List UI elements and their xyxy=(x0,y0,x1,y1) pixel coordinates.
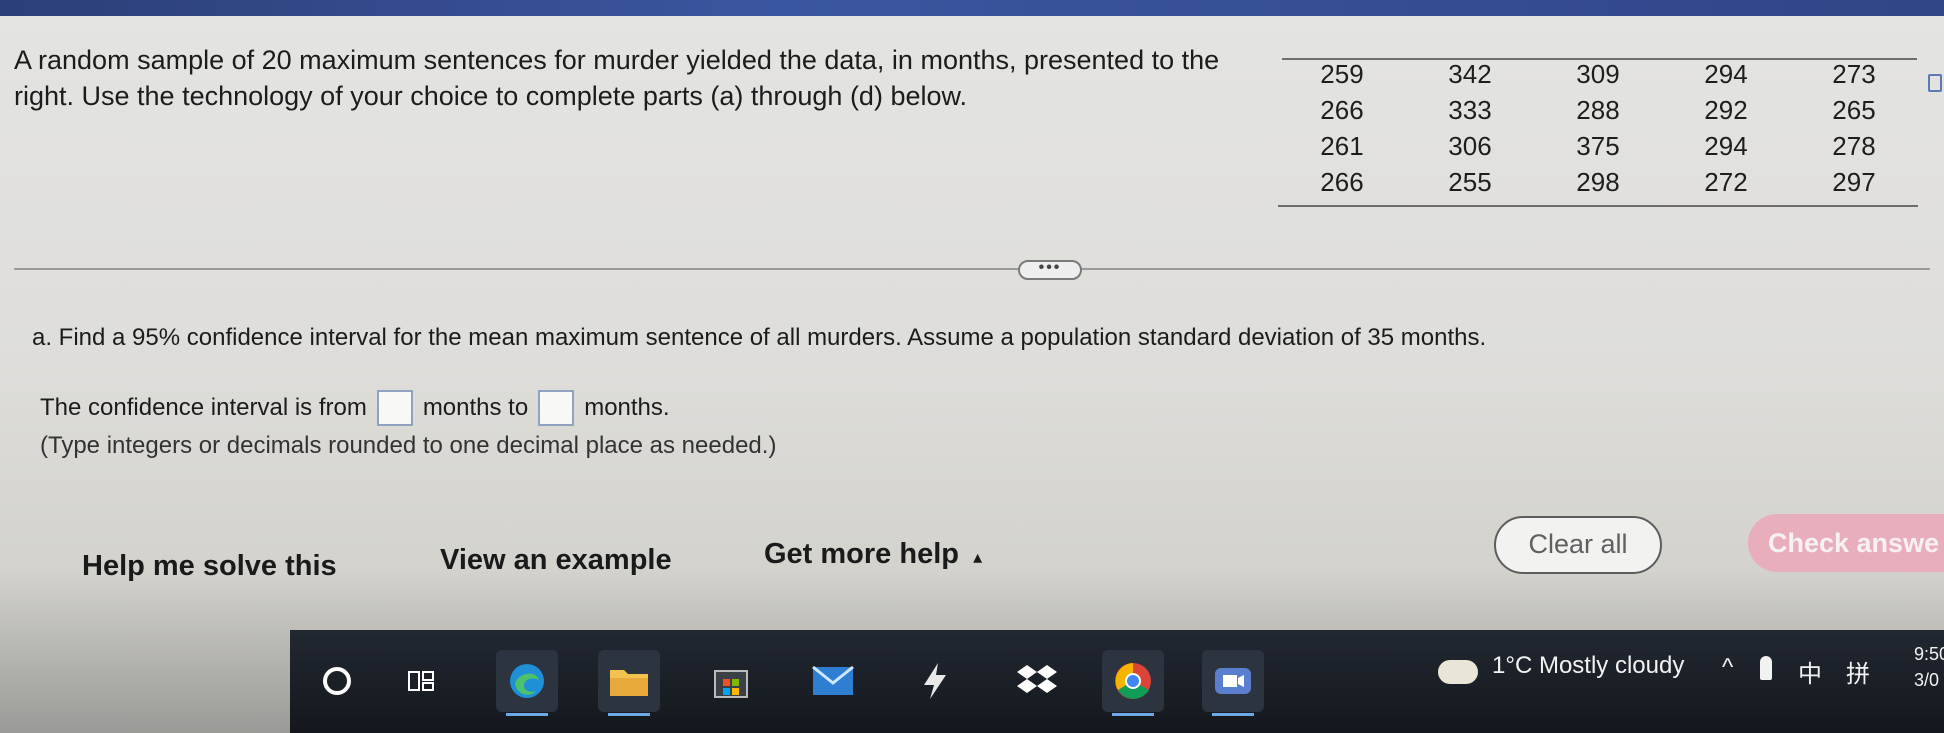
lightning-glyph xyxy=(924,663,946,699)
mail-icon[interactable] xyxy=(802,650,864,712)
table-cell: 288 xyxy=(1576,94,1620,125)
microphone-icon[interactable] xyxy=(1760,656,1772,680)
edge-icon[interactable] xyxy=(496,650,558,716)
table-row: 259 342 309 294 273 xyxy=(1278,56,1918,92)
video-app-icon[interactable] xyxy=(1202,650,1264,716)
table-cell: 261 xyxy=(1320,130,1364,161)
window-top-strip xyxy=(0,0,1944,16)
answer-prefix: The confidence interval is from xyxy=(40,394,367,421)
answer-middle: months to xyxy=(422,394,529,421)
table-cell: 273 xyxy=(1832,58,1876,89)
file-explorer-icon[interactable] xyxy=(598,650,660,716)
table-cell: 265 xyxy=(1832,94,1876,125)
start-icon[interactable] xyxy=(306,650,368,712)
task-view-icon[interactable] xyxy=(390,650,452,712)
chrome-glyph xyxy=(1115,663,1151,699)
table-cell: 342 xyxy=(1448,58,1492,89)
ime-language-icon[interactable]: 中 xyxy=(1798,654,1822,689)
chevron-up-icon: ▴ xyxy=(973,547,983,567)
start-circle-shape xyxy=(323,667,351,695)
clock-time[interactable]: 9:50 xyxy=(1914,644,1944,665)
weather-cloud-icon[interactable] xyxy=(1438,660,1478,684)
help-me-solve-link[interactable]: Help me solve this xyxy=(82,550,337,583)
table-cell: 297 xyxy=(1832,166,1876,197)
screen: A random sample of 20 maximum sentences … xyxy=(0,0,1944,733)
section-divider xyxy=(14,268,1930,270)
table-cell: 266 xyxy=(1320,94,1364,125)
store-icon[interactable] xyxy=(700,650,762,712)
table-cell: 278 xyxy=(1832,130,1876,161)
answer-suffix: months. xyxy=(584,394,670,421)
answer-line: The confidence interval is from months t… xyxy=(40,390,670,426)
table-row: 266 333 288 292 265 xyxy=(1278,92,1918,128)
table-cell: 309 xyxy=(1576,58,1620,89)
answer-hint: (Type integers or decimals rounded to on… xyxy=(40,432,777,459)
lower-bound-input[interactable] xyxy=(376,390,413,426)
expand-button[interactable]: ••• xyxy=(1018,260,1082,280)
question-a-text: a. Find a 95% confidence interval for th… xyxy=(32,324,1487,351)
copy-data-icon[interactable] xyxy=(1928,74,1942,92)
task-view-glyph xyxy=(408,671,434,691)
tray-chevron-icon[interactable]: ^ xyxy=(1722,654,1733,682)
table-cell: 292 xyxy=(1704,94,1748,125)
store-glyph xyxy=(714,670,748,698)
table-cell: 266 xyxy=(1320,166,1364,197)
app-icon[interactable] xyxy=(904,650,966,712)
table-row: 261 306 375 294 278 xyxy=(1278,128,1918,164)
dropbox-glyph xyxy=(1017,665,1057,693)
data-table: 259 342 309 294 273 266 333 288 292 265 … xyxy=(1278,56,1918,200)
table-cell: 259 xyxy=(1320,58,1364,89)
weather-status[interactable]: 1°C Mostly cloudy xyxy=(1492,652,1684,680)
table-cell: 294 xyxy=(1704,58,1748,89)
edge-glyph xyxy=(510,664,544,698)
ime-keyboard-icon[interactable]: 拼 xyxy=(1846,654,1870,689)
video-glyph xyxy=(1215,668,1251,694)
table-cell: 306 xyxy=(1448,130,1492,161)
table-cell: 298 xyxy=(1576,166,1620,197)
folder-glyph xyxy=(610,670,648,696)
view-example-link[interactable]: View an example xyxy=(440,544,672,577)
get-more-help-link[interactable]: Get more help ▴ xyxy=(764,538,982,571)
table-row: 266 255 298 272 297 xyxy=(1278,164,1918,200)
taskbar: 1°C Mostly cloudy ^ 中 拼 9:50 3/0 xyxy=(290,630,1944,733)
chrome-icon[interactable] xyxy=(1102,650,1164,716)
get-more-help-label: Get more help xyxy=(764,538,959,570)
table-cell: 333 xyxy=(1448,94,1492,125)
check-answer-button[interactable]: Check answe xyxy=(1748,514,1944,572)
clock-date[interactable]: 3/0 xyxy=(1914,670,1939,691)
problem-statement: A random sample of 20 maximum sentences … xyxy=(14,45,1220,111)
table-rule-bottom xyxy=(1278,205,1918,207)
upper-bound-input[interactable] xyxy=(538,390,575,426)
clear-all-button[interactable]: Clear all xyxy=(1494,516,1662,574)
dropbox-icon[interactable] xyxy=(1006,650,1068,712)
table-cell: 255 xyxy=(1448,166,1492,197)
table-cell: 294 xyxy=(1704,130,1748,161)
mail-glyph xyxy=(812,665,854,695)
table-cell: 375 xyxy=(1576,130,1620,161)
table-cell: 272 xyxy=(1704,166,1748,197)
